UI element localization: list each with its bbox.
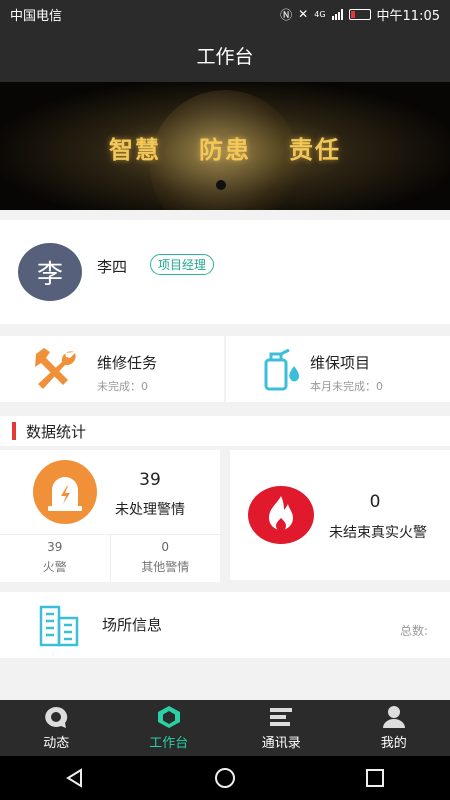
profile-icon [382, 706, 405, 728]
building-icon [39, 605, 79, 647]
fire-alarm-count: 39 [47, 540, 63, 554]
title-bar: 工作台 [0, 28, 450, 82]
mute-icon: ✕ [298, 7, 309, 21]
repair-task-card[interactable]: 维修任务 未完成：0 [0, 336, 224, 402]
banner-slogan: 智慧 防患 责任 [0, 130, 450, 165]
tab-label: 工作台 [149, 736, 189, 751]
section-header: 数据统计 [0, 416, 450, 446]
active-fire-card[interactable]: 0 未结束真实火警 [230, 450, 450, 580]
banner[interactable]: 智慧 防患 责任 [0, 82, 450, 210]
carrier-label: 中国电信 [10, 8, 63, 24]
maintenance-project-subtitle: 本月未完成：0 [310, 380, 383, 393]
tools-icon [35, 348, 76, 389]
other-alarm-count: 0 [161, 540, 170, 554]
maintenance-project-card[interactable]: 维保项目 本月未完成：0 [226, 336, 450, 402]
section-marker [12, 422, 16, 440]
page-title: 工作台 [196, 45, 254, 68]
tab-contacts[interactable]: 通讯录 [225, 700, 338, 756]
unhandled-count: 39 [139, 470, 161, 490]
workbench-icon [157, 706, 180, 728]
slogan-word: 智慧 [109, 136, 161, 164]
active-fire-count: 0 [369, 492, 381, 512]
network-label: 4G [314, 9, 326, 19]
alarm-icon [33, 460, 97, 524]
battery-icon [348, 8, 371, 20]
home-icon[interactable] [214, 767, 236, 789]
bottom-tab-bar: 动态 工作台 通讯录 我的 [0, 700, 450, 756]
tab-feed[interactable]: 动态 [0, 700, 113, 756]
venue-info-title: 场所信息 [102, 616, 163, 634]
avatar: 李 [18, 243, 82, 301]
recents-icon[interactable] [364, 767, 386, 789]
nfc-icon: Ⓝ [280, 7, 293, 22]
tab-label: 我的 [380, 736, 407, 751]
venue-total-label: 总数: [399, 624, 428, 638]
user-name: 李四 [97, 258, 128, 276]
active-fire-label: 未结束真实火警 [329, 525, 427, 541]
tab-label: 通讯录 [261, 736, 301, 751]
venue-info-card[interactable]: 场所信息 总数: [0, 592, 450, 658]
slogan-word: 防患 [199, 136, 251, 164]
other-alarm-label: 其他警情 [141, 560, 190, 574]
fire-alarm-label: 火警 [42, 560, 67, 574]
fire-alarm-cell[interactable]: 39 火警 [0, 535, 110, 582]
back-icon[interactable] [64, 767, 86, 789]
unhandled-alarms-card[interactable]: 39 未处理警情 39 火警 0 其他警情 [0, 450, 220, 582]
tab-workbench[interactable]: 工作台 [113, 700, 226, 756]
repair-task-title: 维修任务 [97, 354, 158, 372]
status-bar: 中国电信 Ⓝ ✕ 4G 中午11:05 [0, 0, 450, 28]
contacts-icon [270, 708, 293, 726]
repair-task-subtitle: 未完成：0 [97, 380, 148, 393]
flame-icon [248, 486, 314, 544]
signal-icon [331, 8, 343, 20]
maintenance-project-title: 维保项目 [310, 354, 371, 372]
other-alarm-cell[interactable]: 0 其他警情 [109, 535, 221, 582]
chat-icon [45, 706, 68, 728]
user-card[interactable]: 李 李四 项目经理 [0, 220, 450, 324]
unhandled-label: 未处理警情 [115, 502, 185, 518]
alarm-breakdown: 39 火警 0 其他警情 [0, 534, 220, 582]
section-title: 数据统计 [26, 422, 87, 441]
role-badge: 项目经理 [150, 254, 215, 275]
extinguisher-icon [264, 348, 299, 391]
clock-label: 中午11:05 [376, 8, 440, 24]
slogan-word: 责任 [289, 136, 341, 164]
tab-profile[interactable]: 我的 [338, 700, 450, 756]
system-nav-bar [0, 756, 450, 800]
banner-pager [216, 180, 226, 190]
tab-label: 动态 [43, 736, 70, 751]
